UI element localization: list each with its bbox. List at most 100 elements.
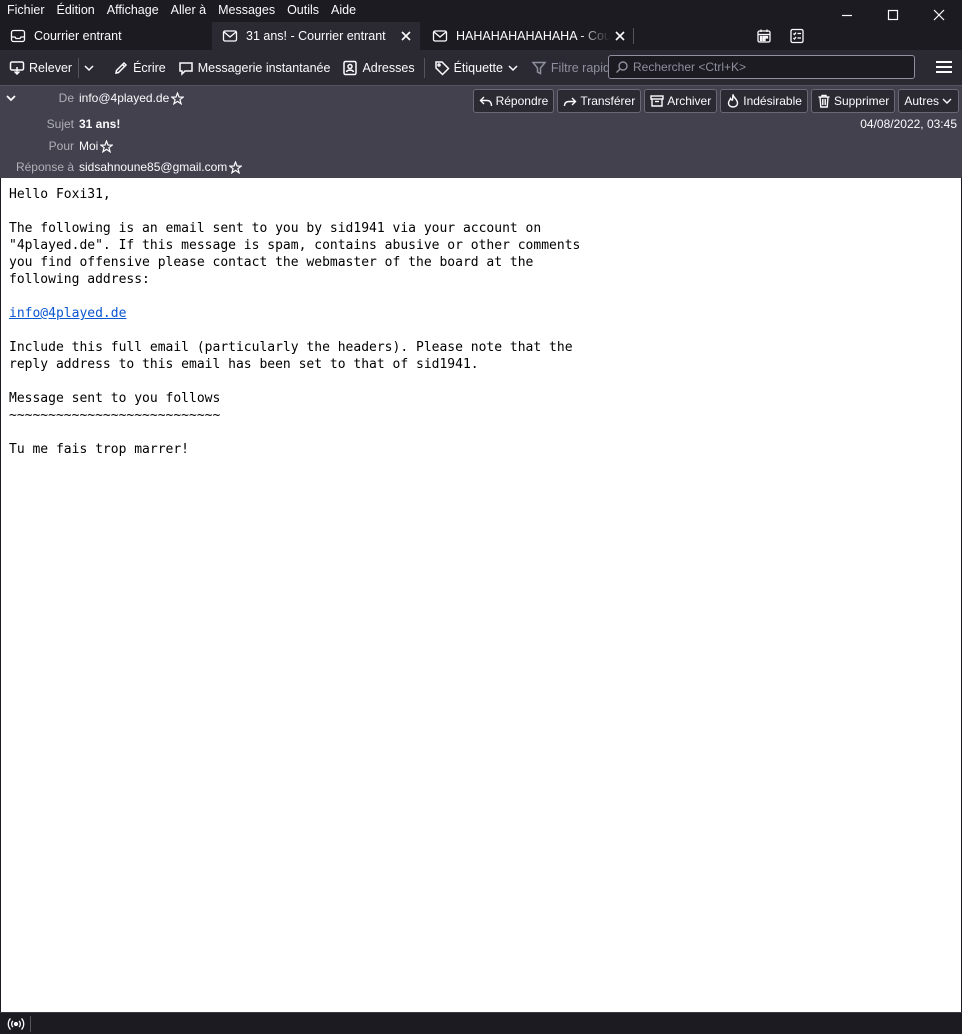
status-bar bbox=[0, 1012, 962, 1034]
search-placeholder: Rechercher <Ctrl+K> bbox=[633, 60, 747, 74]
from-address[interactable]: info@4played.de bbox=[79, 91, 169, 105]
chevron-down-icon bbox=[84, 64, 94, 71]
body-line bbox=[9, 288, 953, 305]
menu-outils[interactable]: Outils bbox=[281, 0, 325, 22]
envelope-icon bbox=[222, 28, 238, 44]
body-line: ~~~~~~~~~~~~~~~~~~~~~~~~~~~ bbox=[9, 408, 221, 423]
menu-affichage[interactable]: Affichage bbox=[101, 0, 165, 22]
star-icon[interactable] bbox=[229, 160, 243, 174]
archive-button[interactable]: Archiver bbox=[644, 89, 718, 113]
maximize-icon bbox=[887, 9, 899, 21]
reply-to-value: sidsahnoune85@gmail.com bbox=[79, 160, 243, 174]
subject-value: 31 ans! bbox=[79, 117, 121, 131]
trash-icon bbox=[818, 94, 830, 108]
body-line: Include this full email (particularly th… bbox=[9, 340, 573, 355]
junk-label: Indésirable bbox=[743, 94, 802, 108]
tab-label: HAHAHAHAHAHAHA - Courrier entrant bbox=[456, 29, 610, 43]
menu-aller-a[interactable]: Aller à bbox=[165, 0, 212, 22]
chat-button[interactable]: Messagerie instantanée bbox=[172, 55, 337, 81]
reply-button[interactable]: Répondre bbox=[472, 89, 555, 113]
inbox-icon bbox=[10, 28, 26, 44]
from-label: De bbox=[58, 91, 74, 105]
header-actions: Répondre Transférer Archiver Indésirable… bbox=[472, 89, 959, 113]
search-input[interactable]: Rechercher <Ctrl+K> bbox=[608, 55, 915, 79]
more-label: Autres bbox=[904, 94, 939, 108]
archive-icon bbox=[650, 95, 664, 107]
write-button[interactable]: Écrire bbox=[107, 55, 172, 81]
tab-label: 31 ans! - Courrier entrant bbox=[246, 29, 386, 43]
body-line: Hello Foxi31, bbox=[9, 187, 111, 202]
pencil-icon bbox=[115, 61, 128, 74]
tag-button[interactable]: Étiquette bbox=[428, 55, 525, 81]
body-line: reply address to this email has been set… bbox=[9, 357, 479, 372]
body-line bbox=[9, 322, 953, 339]
forward-icon bbox=[564, 97, 577, 107]
body-line bbox=[9, 203, 953, 220]
tasks-icon bbox=[790, 28, 804, 44]
download-icon bbox=[9, 60, 25, 75]
chevron-down-icon bbox=[942, 98, 952, 104]
body-line: "4played.de". If this message is spam, c… bbox=[9, 238, 581, 253]
body-line: Message sent to you follows bbox=[9, 391, 221, 406]
address-book-label: Adresses bbox=[362, 60, 415, 75]
reply-label: Répondre bbox=[495, 94, 549, 108]
message-body: Hello Foxi31, The following is an email … bbox=[1, 178, 961, 1012]
flame-icon bbox=[728, 94, 739, 108]
delete-button[interactable]: Supprimer bbox=[810, 89, 896, 113]
app-menu-button[interactable] bbox=[936, 59, 952, 75]
from-value: info@4played.de bbox=[79, 91, 185, 105]
close-icon bbox=[401, 31, 411, 41]
chat-bubble-icon bbox=[178, 61, 193, 76]
chevron-down-icon bbox=[508, 64, 518, 71]
star-icon[interactable] bbox=[171, 91, 185, 105]
subject-label: Sujet bbox=[46, 117, 74, 131]
menu-edition[interactable]: Édition bbox=[51, 0, 101, 22]
webmaster-email-link[interactable]: info@4played.de bbox=[9, 306, 126, 321]
tag-label: Étiquette bbox=[453, 60, 503, 75]
address-book-icon bbox=[343, 60, 358, 75]
main-toolbar: Relever Écrire Messagerie instantanée Ad… bbox=[0, 50, 962, 85]
toolbar-divider bbox=[423, 57, 425, 78]
delete-label: Supprimer bbox=[833, 94, 890, 108]
menu-aide[interactable]: Aide bbox=[325, 0, 362, 22]
close-tab-button[interactable] bbox=[610, 26, 630, 46]
to-label: Pour bbox=[48, 139, 74, 153]
reply-to-label: Réponse à bbox=[15, 160, 74, 174]
message-header: De info@4played.de Sujet 31 ans! Pour Mo… bbox=[0, 85, 962, 178]
reply-icon bbox=[479, 96, 492, 107]
tab-inbox[interactable]: Courrier entrant bbox=[0, 22, 212, 50]
get-messages-button[interactable]: Relever bbox=[0, 55, 78, 81]
chat-label: Messagerie instantanée bbox=[197, 60, 331, 75]
search-icon bbox=[616, 61, 628, 73]
forward-button[interactable]: Transférer bbox=[557, 89, 642, 113]
write-label: Écrire bbox=[133, 60, 166, 75]
status-divider bbox=[30, 1016, 31, 1032]
archive-label: Archiver bbox=[667, 94, 712, 108]
star-icon[interactable] bbox=[100, 139, 114, 153]
junk-button[interactable]: Indésirable bbox=[720, 89, 808, 113]
menu-messages[interactable]: Messages bbox=[212, 0, 281, 22]
tab-bar: Courrier entrant 31 ans! - Courrier entr… bbox=[0, 22, 962, 50]
tab-message-31-ans[interactable]: 31 ans! - Courrier entrant bbox=[212, 22, 420, 50]
body-link-line: info@4played.de bbox=[9, 305, 953, 322]
filter-icon bbox=[531, 61, 547, 75]
tasks-button[interactable] bbox=[787, 26, 807, 46]
close-tab-button[interactable] bbox=[396, 26, 416, 46]
online-status-button[interactable] bbox=[6, 1016, 26, 1032]
close-icon bbox=[933, 9, 945, 21]
body-line bbox=[9, 424, 953, 441]
body-line: The following is an email sent to you by… bbox=[9, 221, 542, 236]
reply-to-address[interactable]: sidsahnoune85@gmail.com bbox=[79, 160, 227, 174]
menu-fichier[interactable]: Fichier bbox=[0, 0, 51, 22]
tab-separator bbox=[633, 28, 634, 44]
tag-icon bbox=[434, 60, 450, 76]
calendar-button[interactable] bbox=[754, 26, 774, 46]
address-book-button[interactable]: Adresses bbox=[336, 55, 420, 81]
body-line: Tu me fais trop marrer! bbox=[9, 442, 190, 457]
close-icon bbox=[615, 31, 625, 41]
get-messages-dropdown[interactable] bbox=[79, 55, 107, 81]
more-button[interactable]: Autres bbox=[898, 89, 959, 113]
to-recipient[interactable]: Moi bbox=[79, 139, 98, 153]
body-line: following address: bbox=[9, 272, 150, 287]
tab-message-hahaha[interactable]: HAHAHAHAHAHAHA - Courrier entrant bbox=[422, 22, 634, 50]
